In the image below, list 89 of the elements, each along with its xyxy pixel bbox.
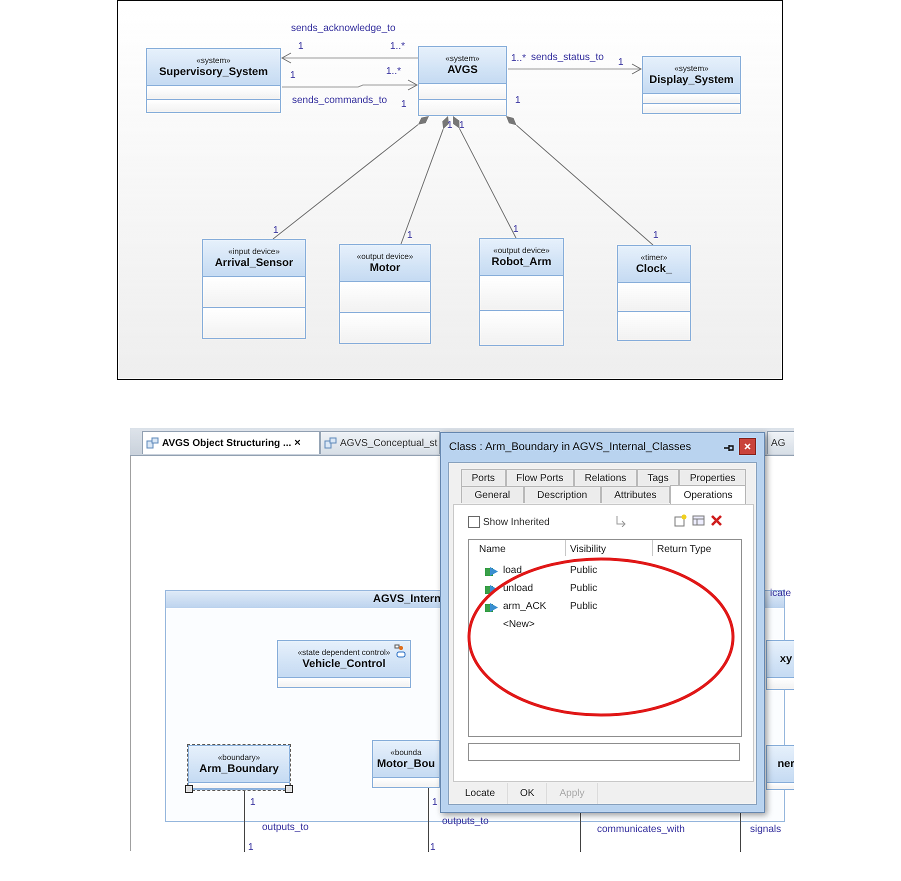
- dialog-tab[interactable]: General: [461, 486, 524, 503]
- editor-tab[interactable]: AVGS Object Structuring ... ×: [142, 431, 320, 454]
- association-label: communicates_with: [597, 824, 685, 836]
- association-label: sends_acknowledge_to: [291, 23, 396, 35]
- class-name: Supervisory_System: [159, 66, 268, 78]
- stereotype-label: «timer»: [640, 253, 668, 262]
- column-header[interactable]: Name: [479, 544, 506, 555]
- dialog-tab[interactable]: Ports: [461, 469, 506, 486]
- stereotype-label: «state dependent control»: [298, 648, 390, 657]
- class-box[interactable]: «system» Supervisory_System: [146, 48, 281, 113]
- show-inherited-checkbox[interactable]: Show Inherited: [468, 516, 550, 528]
- class-box[interactable]: xy: [766, 640, 794, 690]
- stereotype-label: «system»: [674, 64, 709, 73]
- class-name: xy: [780, 653, 792, 665]
- multiplicity-label: 1: [459, 120, 465, 132]
- class-box[interactable]: «system» Display_System: [642, 56, 741, 114]
- dialog-tab[interactable]: Properties: [679, 469, 746, 486]
- class-name: Arrival_Sensor: [214, 257, 294, 269]
- class-name: Motor: [370, 262, 400, 274]
- multiplicity-label: 1: [515, 95, 521, 107]
- dialog-tab[interactable]: Relations: [574, 469, 637, 486]
- class-name: Motor_Bou: [376, 758, 436, 770]
- multiplicity-label: 1: [273, 225, 279, 237]
- stereotype-label: «system»: [445, 54, 480, 63]
- multiplicity-label: 1: [432, 797, 438, 809]
- multiplicity-label: 1: [250, 797, 256, 809]
- class-name: Clock_: [636, 263, 672, 275]
- operation-name[interactable]: arm_ACK: [503, 601, 546, 612]
- multiplicity-label: 1: [290, 70, 296, 82]
- class-box[interactable]: «system» AVGS: [418, 46, 507, 116]
- class-name: ner: [777, 758, 794, 770]
- multiplicity-label: 1: [401, 99, 407, 111]
- multiplicity-label: 1: [298, 41, 304, 53]
- visibility-cell: Public: [570, 565, 598, 576]
- association-label: signals: [750, 824, 782, 836]
- visibility-cell: Public: [570, 601, 598, 612]
- stereotype-label: «output device»: [493, 246, 550, 255]
- class-box[interactable]: «boundary» Arm_Boundary: [188, 745, 290, 790]
- association-label: outputs_to: [442, 816, 489, 828]
- class-name: Arm_Boundary: [199, 763, 279, 775]
- editor-tab[interactable]: AGVS_Conceptual_st: [320, 431, 440, 454]
- class-box[interactable]: «timer» Clock_: [617, 245, 691, 341]
- multiplicity-label: 1: [407, 230, 413, 242]
- tab-label: AVGS Object Structuring ...: [162, 438, 292, 448]
- class-name: Display_System: [649, 74, 734, 86]
- class-box[interactable]: «output device» Motor: [339, 244, 431, 344]
- tab-label: AG: [771, 438, 786, 448]
- stereotype-label: «output device»: [356, 252, 414, 261]
- class-box[interactable]: «output device» Robot_Arm: [479, 238, 564, 346]
- association-label: sends_status_to: [531, 52, 604, 64]
- class-name: AVGS: [447, 64, 478, 76]
- dialog-tab[interactable]: Operations: [670, 485, 746, 504]
- class-box[interactable]: ner: [766, 745, 794, 790]
- column-header[interactable]: Return Type: [657, 544, 712, 555]
- dialog-tab[interactable]: Attributes: [600, 486, 670, 503]
- multiplicity-label: 1..*: [511, 53, 526, 65]
- class-box[interactable]: «input device» Arrival_Sensor: [202, 239, 306, 339]
- association-label: sends_commands_to: [292, 95, 388, 107]
- operation-name[interactable]: load: [503, 565, 522, 576]
- tab-label: AGVS_Conceptual_st: [340, 438, 438, 448]
- class-box[interactable]: «bounda Motor_Bou: [372, 740, 440, 788]
- class-box[interactable]: «state dependent control» Vehicle_Control: [277, 640, 411, 688]
- dialog-tab[interactable]: Flow Ports: [506, 469, 574, 486]
- stereotype-label: «input device»: [228, 247, 280, 256]
- close-tab-button[interactable]: ×: [294, 437, 301, 449]
- multiplicity-label: 1: [447, 120, 453, 132]
- multiplicity-label: 1: [430, 842, 436, 852]
- stereotype-label: «system»: [196, 56, 231, 65]
- dialog-tab[interactable]: Description: [524, 486, 601, 503]
- multiplicity-label: 1: [618, 57, 624, 69]
- multiplicity-label: 1: [248, 842, 254, 852]
- class-name: Vehicle_Control: [302, 658, 386, 670]
- multiplicity-label: 1: [653, 230, 659, 242]
- stereotype-label: «boundary»: [218, 753, 260, 762]
- multiplicity-label: 1..*: [386, 66, 402, 78]
- dialog-tab[interactable]: Tags: [636, 469, 680, 486]
- stereotype-label: «bounda: [390, 748, 422, 757]
- new-operation-row[interactable]: <New>: [503, 619, 535, 630]
- multiplicity-label: 1: [513, 224, 519, 236]
- dialog-title: Class : Arm_Boundary in AGVS_Internal_Classes: [449, 441, 692, 453]
- column-header[interactable]: Visibility: [570, 544, 606, 555]
- package-name: AGVS_Intern: [373, 593, 441, 605]
- association-label: outputs_to: [262, 822, 309, 834]
- visibility-cell: Public: [570, 583, 598, 594]
- multiplicity-label: 1..*: [390, 41, 406, 53]
- association-label: icate: [770, 588, 792, 600]
- operation-name[interactable]: unload: [503, 583, 534, 594]
- editor-tab[interactable]: AG: [767, 431, 794, 454]
- class-name: Robot_Arm: [492, 256, 552, 268]
